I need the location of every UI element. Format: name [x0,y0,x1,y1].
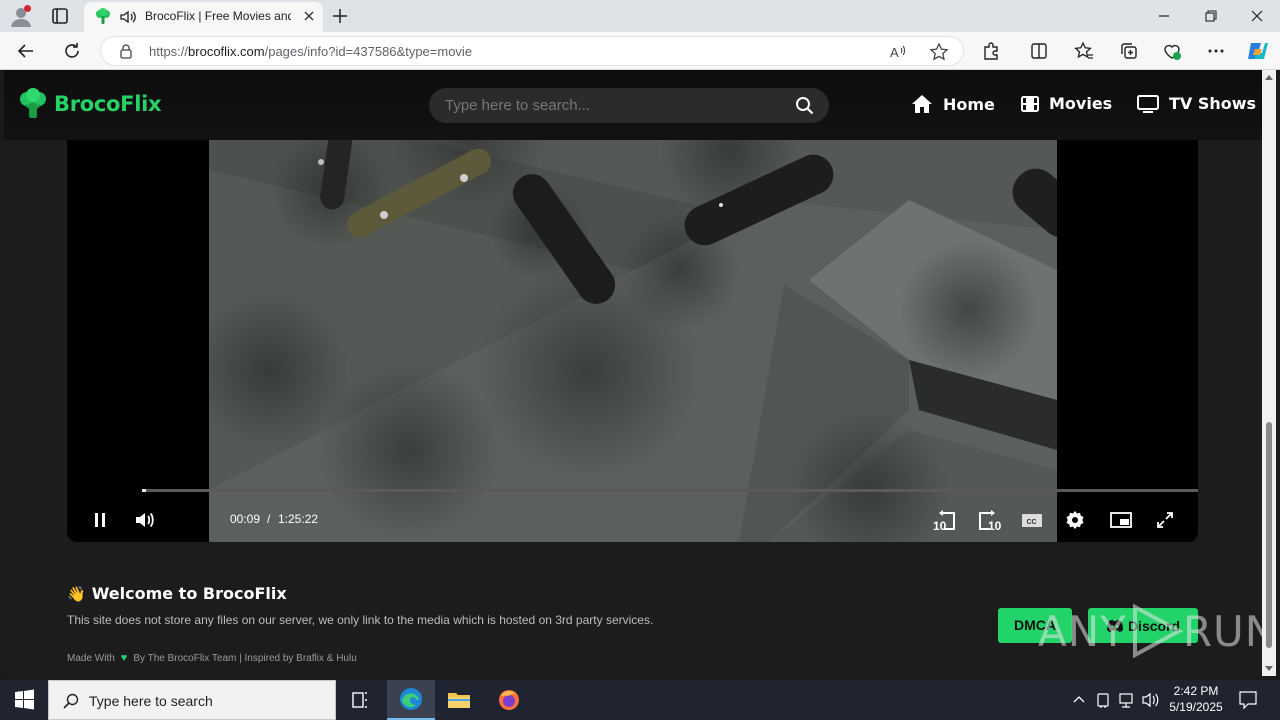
rewind-seconds: 10 [933,519,947,532]
notifications-icon[interactable] [1236,680,1260,720]
windows-icon[interactable] [0,680,48,720]
seek-progress [142,489,146,492]
nav-movies[interactable]: Movies [1021,94,1112,113]
more-icon[interactable] [1206,41,1226,61]
nav-home-label: Home [943,94,995,114]
site-logo[interactable]: BrocoFlix [18,88,162,120]
taskbar-search-placeholder: Type here to search [89,693,213,709]
search-placeholder: Type here to search... [445,97,591,114]
play-triangle-icon [1132,603,1183,659]
site-search-input[interactable]: Type here to search... [429,88,829,123]
edge-icon[interactable] [387,680,435,720]
clock-date: 5/19/2025 [1169,700,1223,714]
search-icon[interactable] [795,96,815,116]
duration: 1:25:22 [278,512,319,526]
nav-movies-label: Movies [1049,94,1113,113]
broccoli-logo-icon [20,88,46,118]
url-text: https://brocoflix.com/pages/info?id=4375… [149,44,473,59]
search-icon [63,693,79,709]
browser-essentials-icon[interactable] [1162,41,1182,61]
video-frame[interactable] [209,70,1057,542]
file-explorer-icon[interactable] [435,680,483,720]
close-window-button[interactable] [1249,8,1265,24]
nav-tv-shows-label: TV Shows [1169,94,1257,113]
tabs-icon[interactable] [48,6,72,26]
forward-10-icon[interactable]: 10 [976,510,1002,532]
profile-icon[interactable] [8,4,34,28]
url-field[interactable]: https://brocoflix.com/pages/info?id=4375… [100,36,964,66]
close-icon[interactable] [303,10,315,22]
taskbar-search-input[interactable]: Type here to search [48,680,336,720]
credits-line: Made With ♥ By The BrocoFlix Team | Insp… [67,652,357,664]
minimize-button[interactable] [1156,8,1172,24]
svg-text:A: A [890,45,899,60]
forward-seconds: 10 [988,519,1002,532]
reload-icon[interactable] [62,41,82,61]
film-icon [1021,95,1039,112]
tab-title: BrocoFlix | Free Movies and TV Shows [145,9,291,23]
pip-icon[interactable] [1109,510,1133,530]
wave-emoji: 👋 [67,584,86,603]
page-scrollbar[interactable] [1262,70,1276,676]
welcome-title: 👋 Welcome to BrocoFlix [67,584,287,603]
tv-icon [1137,94,1159,113]
copilot-icon[interactable] [1246,40,1270,62]
network-icon[interactable] [1117,680,1137,720]
volume-icon[interactable] [134,510,156,530]
cc-label: CC [1027,519,1037,526]
seek-bar[interactable] [142,489,1198,492]
heart-icon: ♥ [120,652,128,664]
lock-icon[interactable] [119,43,133,59]
star-icon[interactable] [929,42,949,62]
speaker-tray-icon[interactable] [1141,680,1161,720]
clock-time: 2:42 PM [1173,684,1219,698]
watermark-right: RUN [1182,606,1262,656]
rewind-10-icon[interactable]: 10 [932,510,958,532]
cc-icon[interactable]: CC [1021,510,1043,530]
settings-icon[interactable] [1065,510,1085,530]
browser-tab[interactable]: BrocoFlix | Free Movies and TV Shows [84,2,323,32]
fullscreen-icon[interactable] [1155,510,1175,530]
extensions-icon[interactable] [981,41,1001,61]
credits-text: By The BrocoFlix Team | Inspired by Braf… [133,652,357,664]
speaker-icon[interactable] [119,8,137,26]
tray-chevron-icon[interactable] [1070,680,1088,720]
nav-home[interactable]: Home [911,94,995,114]
anyrun-watermark: ANY RUN [1038,603,1262,659]
made-with-text: Made With [67,652,115,664]
split-screen-icon[interactable] [1029,41,1049,61]
task-view-icon[interactable] [336,680,384,720]
collections-icon[interactable] [1119,41,1139,61]
system-clock[interactable]: 2:42 PM 5/19/2025 [1160,683,1232,715]
favorites-icon[interactable] [1074,41,1094,61]
scrollbar-thumb[interactable] [1266,422,1272,648]
back-icon[interactable] [16,41,36,61]
nav-tv-shows[interactable]: TV Shows [1137,94,1256,113]
scroll-up-icon[interactable] [1265,74,1273,80]
pause-icon[interactable] [91,510,109,530]
watermark-left: ANY [1038,606,1127,656]
current-time: 00:09 [230,512,261,526]
disclaimer-text: This site does not store any files on ou… [67,613,654,627]
plus-icon[interactable] [330,6,350,26]
time-separator: / [267,512,271,526]
scroll-down-icon[interactable] [1265,666,1273,672]
broccoli-favicon [94,8,112,26]
brand-name: BrocoFlix [54,92,162,116]
home-icon [912,95,932,113]
firefox-icon[interactable] [485,680,533,720]
network-device-icon[interactable] [1094,680,1112,720]
welcome-title-text: Welcome to BrocoFlix [91,584,287,603]
video-player[interactable]: 00:09 / 1:25:22 10 10 CC [67,70,1198,542]
read-aloud-icon[interactable]: A [889,43,907,61]
restore-button[interactable] [1203,8,1219,24]
web-page: 00:09 / 1:25:22 10 10 CC BrocoFlix Type … [4,70,1262,676]
